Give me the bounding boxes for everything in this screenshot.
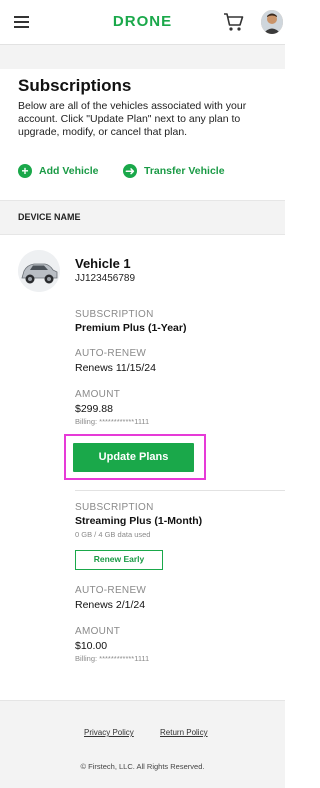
app-header: DRONE: [0, 0, 285, 45]
update-plans-button[interactable]: Update Plans: [73, 443, 194, 472]
return-policy-link[interactable]: Return Policy: [160, 728, 208, 737]
page-intro: Below are all of the vehicles associated…: [18, 100, 247, 138]
copyright-text: © Firstech, LLC. All Rights Reserved.: [80, 762, 205, 771]
amount-label: AMOUNT: [75, 389, 121, 400]
billing-info: Billing: ************1111: [75, 417, 150, 426]
privacy-policy-link[interactable]: Privacy Policy: [84, 728, 134, 737]
auto-renew-label: AUTO-RENEW: [75, 585, 147, 596]
amount-label: AMOUNT: [75, 626, 121, 637]
page-footer: Privacy Policy Return Policy © Firstech,…: [0, 700, 285, 788]
subscription-label: SUBSCRIPTION: [75, 502, 154, 513]
subscription-label: SUBSCRIPTION: [75, 309, 154, 320]
plus-icon: +: [18, 164, 32, 178]
transfer-vehicle-button[interactable]: ➜ Transfer Vehicle: [123, 164, 225, 178]
vehicle-name: Vehicle 1: [75, 256, 131, 271]
data-usage: 0 GB / 4 GB data used: [75, 530, 151, 539]
vehicle-image: [18, 250, 60, 292]
subscription-plan: Premium Plus (1-Year): [75, 322, 187, 334]
transfer-vehicle-label: Transfer Vehicle: [144, 165, 225, 177]
add-vehicle-label: Add Vehicle: [39, 165, 99, 177]
device-table-header: DEVICE NAME: [0, 200, 285, 235]
header-spacer: [0, 45, 285, 69]
subscription-plan: Streaming Plus (1-Month): [75, 515, 203, 527]
arrow-right-icon: ➜: [123, 164, 137, 178]
user-avatar[interactable]: [261, 10, 283, 34]
subscription-divider: [75, 490, 285, 491]
amount-value: $10.00: [75, 640, 108, 652]
column-header-device-name: DEVICE NAME: [18, 212, 81, 222]
auto-renew-date: Renews 2/1/24: [75, 599, 146, 611]
billing-info: Billing: ************1111: [75, 654, 150, 663]
add-vehicle-button[interactable]: + Add Vehicle: [18, 164, 99, 178]
auto-renew-label: AUTO-RENEW: [75, 348, 147, 359]
auto-renew-date: Renews 11/15/24: [75, 362, 156, 374]
cart-icon[interactable]: [223, 12, 245, 32]
renew-early-button[interactable]: Renew Early: [75, 550, 163, 570]
page-title: Subscriptions: [18, 76, 132, 95]
vehicle-id: JJ123456789: [75, 273, 136, 284]
amount-value: $299.88: [75, 403, 113, 415]
